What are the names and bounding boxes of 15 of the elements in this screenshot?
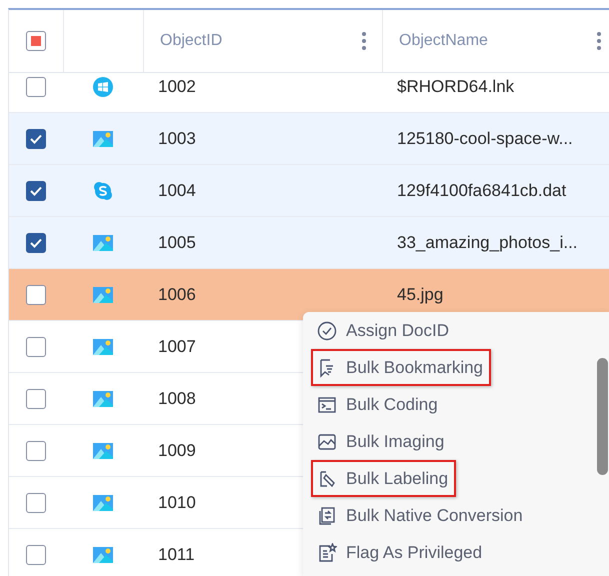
object-name: $RHORD64.lnk: [397, 76, 514, 96]
object-id: 1006: [158, 284, 196, 304]
object-id: 1009: [158, 440, 196, 460]
object-name: 125180-cool-space-w...: [397, 128, 573, 148]
object-id: 1004: [158, 180, 196, 200]
object-id: 1011: [158, 544, 195, 564]
object-name: 33_amazing_photos_i...: [397, 232, 578, 252]
object-id: 1010: [158, 492, 196, 512]
object-id: 1002: [158, 76, 196, 96]
object-name: 129f4100fa6841cb.dat: [397, 180, 566, 200]
object-id: 1003: [158, 128, 196, 148]
object-id: 1007: [158, 336, 196, 356]
object-id: 1005: [158, 232, 196, 252]
object-id: 1008: [158, 388, 196, 408]
object-name: 45.jpg: [397, 284, 444, 304]
